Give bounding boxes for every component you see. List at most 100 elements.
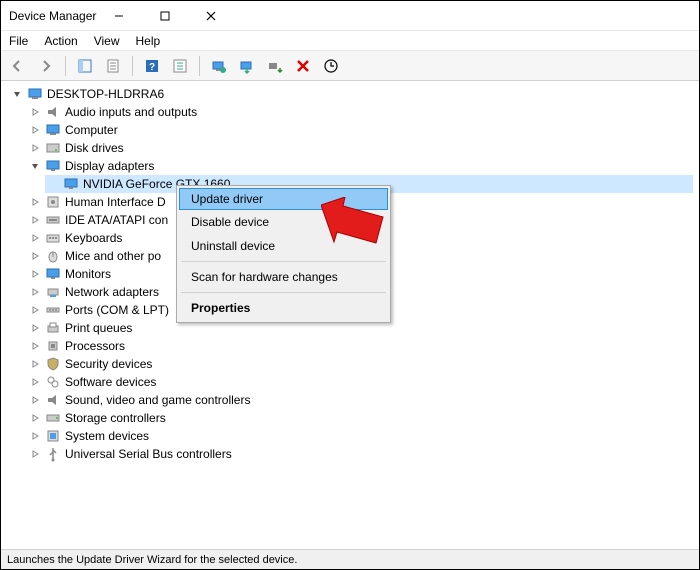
tree-node[interactable]: Security devices xyxy=(27,355,693,373)
help-button[interactable]: ? xyxy=(141,55,163,77)
tree-node[interactable]: System devices xyxy=(27,427,693,445)
window-title: Device Manager xyxy=(9,9,96,23)
tree-node-label: Processors xyxy=(65,339,125,353)
tree-node-label: Display adapters xyxy=(65,159,154,173)
chevron-right-icon[interactable] xyxy=(29,268,41,280)
chevron-down-icon[interactable] xyxy=(29,160,41,172)
tree-node[interactable]: Audio inputs and outputs xyxy=(27,103,693,121)
tree-node[interactable]: Sound, video and game controllers xyxy=(27,391,693,409)
system-icon xyxy=(45,428,61,444)
tree-node[interactable]: Processors xyxy=(27,337,693,355)
show-hide-tree-button[interactable] xyxy=(74,55,96,77)
tree-node-label: Audio inputs and outputs xyxy=(65,105,197,119)
scan-hardware-button[interactable] xyxy=(320,55,342,77)
toolbar: ? xyxy=(1,51,699,81)
chevron-right-icon[interactable] xyxy=(29,232,41,244)
chevron-right-icon[interactable] xyxy=(29,358,41,370)
tree-node-label: Network adapters xyxy=(65,285,159,299)
chevron-right-icon[interactable] xyxy=(29,340,41,352)
forward-button[interactable] xyxy=(35,55,57,77)
security-icon xyxy=(45,356,61,372)
tree-node[interactable]: Display adapters xyxy=(27,157,693,175)
network-icon xyxy=(45,284,61,300)
chevron-right-icon[interactable] xyxy=(29,376,41,388)
chevron-right-icon[interactable] xyxy=(29,124,41,136)
toolbar-separator xyxy=(199,56,200,76)
context-menu: Update driverDisable deviceUninstall dev… xyxy=(176,185,391,323)
statusbar-text: Launches the Update Driver Wizard for th… xyxy=(7,554,297,566)
disable-device-button[interactable] xyxy=(236,55,258,77)
context-menu-item[interactable]: Scan for hardware changes xyxy=(179,265,388,289)
computer-icon xyxy=(45,122,61,138)
tree-node-label: IDE ATA/ATAPI con xyxy=(65,213,168,227)
chevron-right-icon[interactable] xyxy=(29,250,41,262)
chevron-right-icon[interactable] xyxy=(29,106,41,118)
chevron-right-icon[interactable] xyxy=(29,430,41,442)
toolbar-separator xyxy=(132,56,133,76)
tree-node-label: Storage controllers xyxy=(65,411,166,425)
chevron-right-icon[interactable] xyxy=(29,412,41,424)
menu-action[interactable]: Action xyxy=(44,34,77,48)
update-driver-button[interactable] xyxy=(208,55,230,77)
minimize-button[interactable] xyxy=(96,1,142,31)
menubar: File Action View Help xyxy=(1,31,699,51)
chevron-right-icon[interactable] xyxy=(29,322,41,334)
titlebar: Device Manager xyxy=(1,1,699,31)
close-button[interactable] xyxy=(188,1,234,31)
maximize-button[interactable] xyxy=(142,1,188,31)
chevron-right-icon[interactable] xyxy=(29,394,41,406)
tree-root[interactable]: DESKTOP-HLDRRA6 xyxy=(9,85,693,103)
speaker-icon xyxy=(45,392,61,408)
back-button[interactable] xyxy=(7,55,29,77)
ide-icon xyxy=(45,212,61,228)
uninstall-device-button[interactable] xyxy=(264,55,286,77)
chevron-right-icon[interactable] xyxy=(29,196,41,208)
chevron-right-icon[interactable] xyxy=(29,448,41,460)
window-controls xyxy=(96,1,234,31)
usb-icon xyxy=(45,446,61,462)
device-tree[interactable]: DESKTOP-HLDRRA6 Audio inputs and outputs… xyxy=(1,81,699,549)
tree-node[interactable]: Storage controllers xyxy=(27,409,693,427)
chevron-right-icon[interactable] xyxy=(29,286,41,298)
context-menu-item[interactable]: Update driver xyxy=(179,188,388,210)
tree-node[interactable]: Software devices xyxy=(27,373,693,391)
tree-node-label: Security devices xyxy=(65,357,152,371)
tree-node-label: System devices xyxy=(65,429,149,443)
tree-node-label: Disk drives xyxy=(65,141,124,155)
mouse-icon xyxy=(45,248,61,264)
menu-file[interactable]: File xyxy=(9,34,28,48)
menu-separator xyxy=(181,261,386,262)
tree-node-label: Software devices xyxy=(65,375,156,389)
chevron-down-icon[interactable] xyxy=(11,88,23,100)
tree-node-label: DESKTOP-HLDRRA6 xyxy=(47,87,164,101)
context-menu-item[interactable]: Uninstall device xyxy=(179,234,388,258)
tree-node-label: Universal Serial Bus controllers xyxy=(65,447,232,461)
delete-button[interactable] xyxy=(292,55,314,77)
chevron-right-icon[interactable] xyxy=(29,142,41,154)
menu-separator xyxy=(181,292,386,293)
action-button[interactable] xyxy=(169,55,191,77)
chevron-right-icon[interactable] xyxy=(29,304,41,316)
tree-node-label: Ports (COM & LPT) xyxy=(65,303,169,317)
computer-icon xyxy=(27,86,43,102)
toolbar-separator xyxy=(65,56,66,76)
menu-help[interactable]: Help xyxy=(136,34,161,48)
properties-button[interactable] xyxy=(102,55,124,77)
menu-view[interactable]: View xyxy=(94,34,120,48)
port-icon xyxy=(45,302,61,318)
tree-node-label: Print queues xyxy=(65,321,132,335)
tree-node-label: Computer xyxy=(65,123,118,137)
statusbar: Launches the Update Driver Wizard for th… xyxy=(1,549,699,569)
tree-node[interactable]: Universal Serial Bus controllers xyxy=(27,445,693,463)
tree-node-label: Human Interface D xyxy=(65,195,166,209)
disk-icon xyxy=(45,140,61,156)
monitor-icon xyxy=(45,266,61,282)
svg-text:?: ? xyxy=(149,62,155,73)
context-menu-item[interactable]: Properties xyxy=(179,296,388,320)
chevron-right-icon[interactable] xyxy=(29,214,41,226)
context-menu-item[interactable]: Disable device xyxy=(179,210,388,234)
printer-icon xyxy=(45,320,61,336)
monitor-icon xyxy=(45,158,61,174)
tree-node[interactable]: Computer xyxy=(27,121,693,139)
tree-node[interactable]: Disk drives xyxy=(27,139,693,157)
